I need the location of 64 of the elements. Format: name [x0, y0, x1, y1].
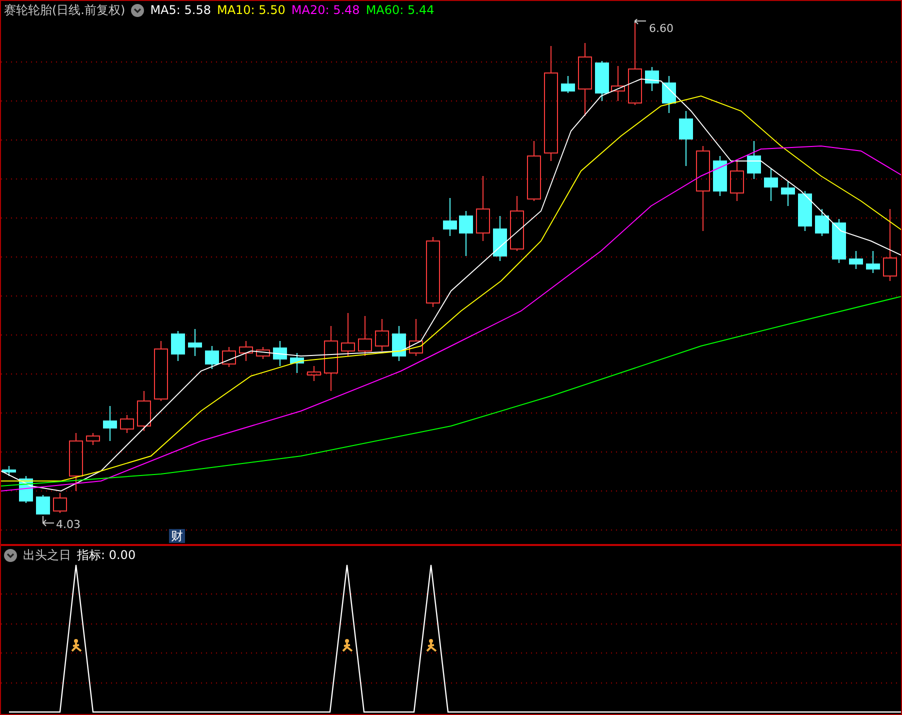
candlestick: [409, 318, 423, 356]
candlestick: [307, 366, 321, 382]
candlestick: [188, 328, 202, 356]
candlestick: [36, 494, 50, 514]
candlestick: [341, 312, 355, 356]
stock-title: 赛轮轮胎(日线.前复权): [4, 2, 126, 18]
indicator-name: 出头之日: [23, 546, 71, 564]
candlestick: [595, 60, 609, 102]
candlestick: [730, 160, 744, 202]
dropdown-icon[interactable]: [4, 548, 17, 562]
candlestick: [2, 466, 16, 476]
candlestick: [154, 340, 168, 402]
candlestick: [798, 190, 812, 232]
runner-icon: [342, 639, 353, 652]
candlestick: [120, 414, 134, 434]
candlestick: [476, 176, 490, 242]
indicator-reading: 指标: 0.00: [77, 546, 136, 564]
high-price-label: 6.60: [649, 22, 674, 35]
moving-average-value: MA5: 5.58: [150, 3, 211, 17]
high-marker-icon: [634, 19, 646, 24]
candlestick: [747, 140, 761, 180]
candlestick: [527, 140, 541, 202]
moving-average-value: MA20: 5.48: [291, 3, 360, 17]
low-marker-icon: [42, 516, 54, 526]
candlestick: [137, 390, 151, 432]
moving-average-value: MA10: 5.50: [216, 3, 286, 17]
candlestick: [222, 346, 236, 368]
candlestick: [53, 492, 67, 514]
candlestick: [171, 330, 185, 362]
candlestick: [375, 318, 389, 352]
candlestick: [443, 198, 457, 236]
candlestick: [832, 218, 846, 264]
candlestick: [273, 340, 287, 366]
candlestick: [86, 432, 100, 446]
candlestick: [392, 326, 406, 362]
candlestick: [205, 346, 219, 370]
finance-badge[interactable]: 财: [169, 529, 185, 543]
candlestick: [290, 352, 304, 374]
candlestick: [324, 326, 338, 392]
candlestick: [866, 250, 880, 274]
moving-average-value: MA60: 5.44: [366, 3, 434, 17]
candlestick: [815, 208, 829, 236]
candlestick: [561, 76, 575, 94]
dropdown-icon[interactable]: [131, 4, 144, 16]
candlestick: [611, 66, 625, 102]
candlestick: [849, 250, 863, 270]
runner-icon: [426, 639, 437, 652]
candlestick: [459, 210, 473, 256]
candlestick: [662, 76, 676, 114]
candlestick: [239, 340, 253, 362]
candlestick: [764, 168, 778, 202]
candlestick: [358, 316, 372, 356]
candlestick: [679, 110, 693, 166]
candlestick: [69, 432, 83, 492]
candlestick: [510, 196, 524, 252]
runner-icon: [71, 639, 82, 652]
candlestick: [256, 346, 270, 360]
candlestick: [426, 236, 440, 308]
candlestick: [781, 180, 795, 206]
low-price-label: 4.03: [56, 518, 80, 531]
candlestick: [713, 156, 727, 196]
candlestick: [493, 216, 507, 262]
candlestick: [103, 406, 117, 442]
candlestick: [645, 66, 659, 92]
